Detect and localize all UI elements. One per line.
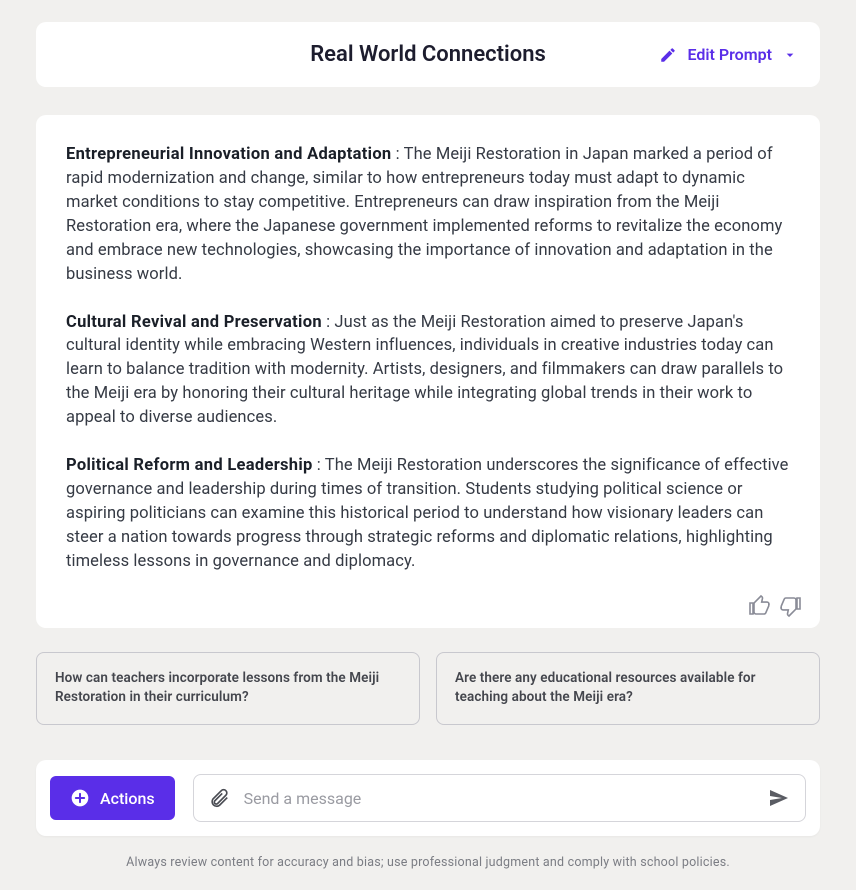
paragraph-body: : The Meiji Restoration in Japan marked … (66, 145, 782, 284)
message-input-wrap[interactable] (193, 774, 806, 822)
plus-circle-icon (70, 788, 90, 808)
actions-button[interactable]: Actions (50, 776, 175, 820)
feedback-controls (748, 594, 802, 618)
header-card: Real World Connections Edit Prompt (36, 22, 820, 87)
attachment-icon[interactable] (208, 787, 230, 809)
suggestion-button[interactable]: Are there any educational resources avai… (436, 652, 820, 725)
paragraph-heading: Entrepreneurial Innovation and Adaptatio… (66, 145, 391, 164)
content-paragraph: Cultural Revival and Preservation : Just… (66, 311, 790, 431)
edit-prompt-button[interactable]: Edit Prompt (659, 45, 798, 64)
suggestions-row: How can teachers incorporate lessons fro… (36, 652, 820, 725)
send-icon[interactable] (767, 786, 791, 810)
content-paragraph: Entrepreneurial Innovation and Adaptatio… (66, 143, 790, 287)
suggestion-button[interactable]: How can teachers incorporate lessons fro… (36, 652, 420, 725)
edit-prompt-label: Edit Prompt (687, 45, 772, 64)
thumbs-up-icon[interactable] (748, 594, 772, 618)
content-paragraph: Political Reform and Leadership : The Me… (66, 454, 790, 574)
pencil-icon (659, 46, 677, 64)
actions-label: Actions (100, 789, 155, 808)
input-bar: Actions (36, 760, 820, 836)
message-input[interactable] (244, 789, 753, 808)
chevron-down-icon (782, 47, 798, 63)
paragraph-heading: Cultural Revival and Preservation (66, 313, 322, 332)
thumbs-down-icon[interactable] (778, 594, 802, 618)
content-card: Entrepreneurial Innovation and Adaptatio… (36, 115, 820, 628)
paragraph-heading: Political Reform and Leadership (66, 456, 313, 475)
